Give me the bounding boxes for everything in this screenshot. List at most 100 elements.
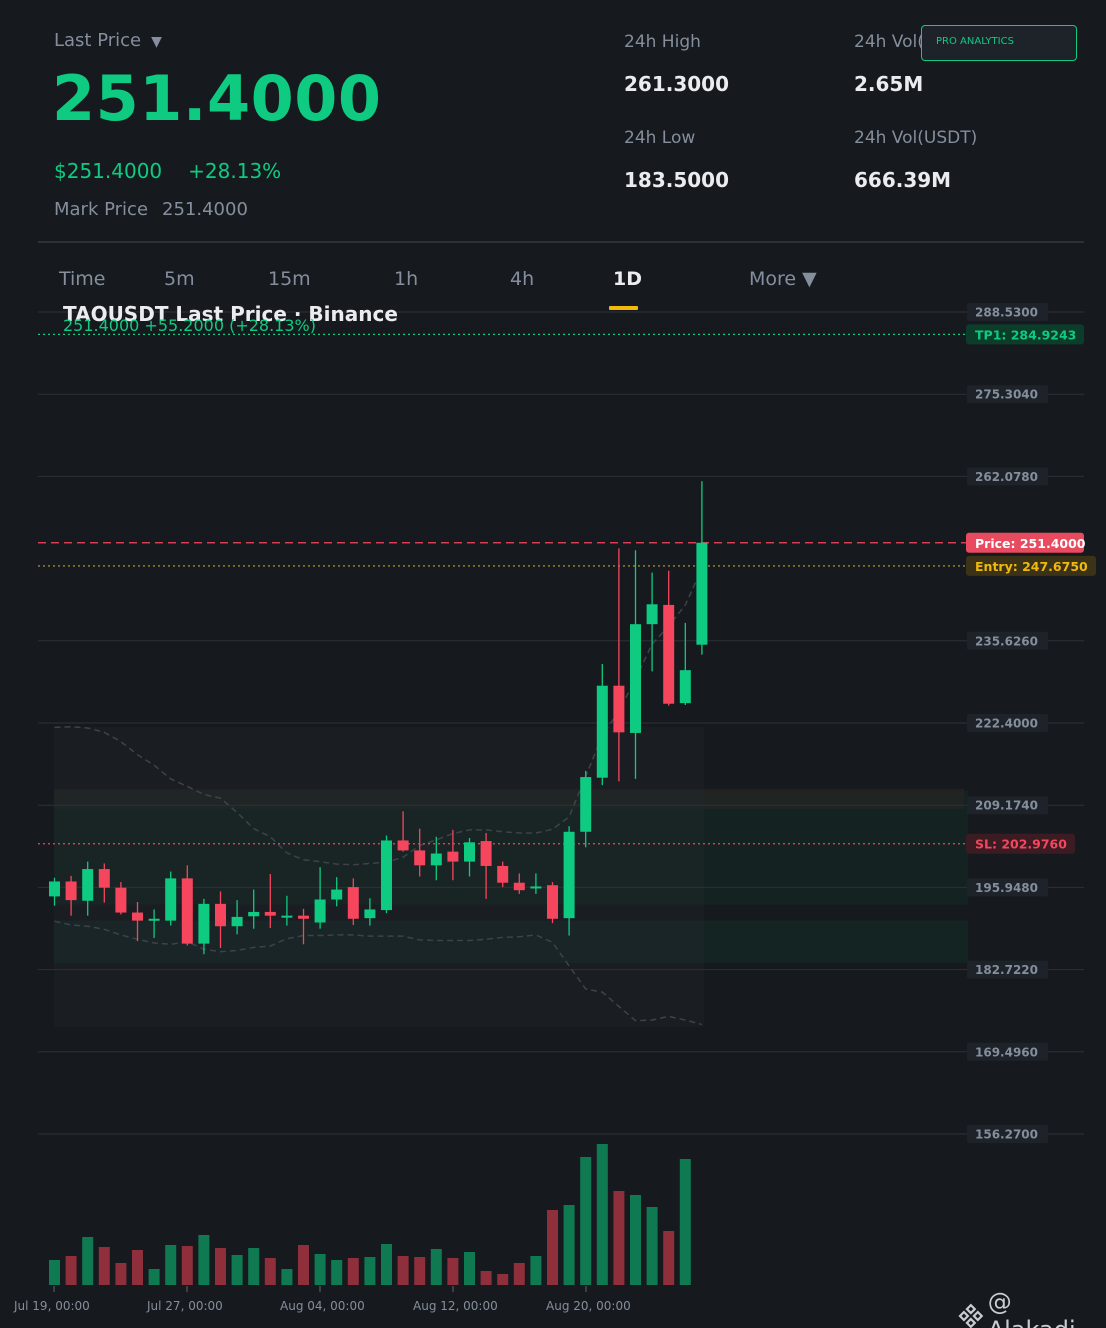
volume-bar[interactable] (480, 1271, 492, 1285)
candle-body[interactable] (347, 887, 359, 919)
volume-bar[interactable] (148, 1269, 160, 1285)
volume-bar[interactable] (165, 1245, 177, 1285)
candle-body[interactable] (513, 882, 525, 891)
candle-body[interactable] (696, 542, 708, 645)
candle-body[interactable] (148, 918, 160, 921)
candle-body[interactable] (447, 851, 459, 862)
volume-bar[interactable] (613, 1191, 625, 1285)
volume-bar[interactable] (132, 1250, 143, 1285)
candle-body[interactable] (281, 915, 293, 918)
candle-body[interactable] (547, 885, 558, 919)
candlestick-chart[interactable]: 288.5300 275.3040 262.0780 235.6260 222.4000… (0, 0, 1106, 1328)
candle-body[interactable] (181, 878, 193, 944)
volume-bar[interactable] (298, 1245, 309, 1285)
volume-bar[interactable] (331, 1260, 343, 1285)
x-tick-label: Jul 19, 00:00 (13, 1299, 90, 1313)
level-label-sl: SL: 202.9760 (975, 837, 1067, 852)
candle-body[interactable] (497, 865, 509, 883)
volume-bar[interactable] (430, 1249, 442, 1285)
volume-bar[interactable] (65, 1256, 77, 1285)
candle-body[interactable] (663, 604, 675, 704)
volume-bar[interactable] (314, 1254, 326, 1285)
candle-body[interactable] (430, 853, 442, 866)
brand-text: @ Alakadi (987, 1288, 1076, 1328)
candle-body[interactable] (165, 878, 177, 921)
volume-bar[interactable] (49, 1260, 60, 1285)
volume-bar[interactable] (563, 1205, 575, 1285)
candle-body[interactable] (464, 842, 475, 862)
volume-bar[interactable] (397, 1256, 409, 1285)
volume-bar[interactable] (82, 1237, 94, 1285)
volume-bar[interactable] (497, 1274, 509, 1285)
y-tick-label: 235.6260 (975, 634, 1038, 648)
candle-body[interactable] (98, 869, 110, 888)
volume-bar[interactable] (198, 1235, 210, 1285)
volume-bar[interactable] (447, 1258, 459, 1285)
volume-bar[interactable] (115, 1263, 127, 1285)
volume-bar[interactable] (264, 1258, 276, 1285)
candle-body[interactable] (82, 869, 94, 901)
volume-bar[interactable] (464, 1252, 475, 1285)
candle-body[interactable] (480, 841, 492, 866)
candle-body[interactable] (331, 889, 343, 900)
y-tick-label: 275.3040 (975, 388, 1038, 402)
candle-body[interactable] (596, 685, 608, 778)
volume-bar[interactable] (414, 1257, 426, 1285)
y-tick-label: 209.1740 (975, 799, 1038, 813)
candle-body[interactable] (215, 903, 226, 927)
y-tick-label: 262.0780 (975, 470, 1038, 484)
volume-bar[interactable] (381, 1244, 392, 1285)
volume-bar[interactable] (231, 1255, 243, 1285)
candle-body[interactable] (65, 881, 77, 901)
candle-body[interactable] (630, 624, 641, 733)
volume-bar[interactable] (364, 1257, 376, 1285)
x-tick-label: Aug 04, 00:00 (280, 1299, 365, 1313)
volume-bar[interactable] (630, 1195, 641, 1285)
candle-body[interactable] (49, 881, 60, 897)
candle-body[interactable] (397, 840, 409, 851)
volume-bar[interactable] (646, 1207, 658, 1285)
candle-body[interactable] (580, 777, 592, 832)
candle-body[interactable] (381, 840, 392, 911)
candle-body[interactable] (264, 911, 276, 916)
volume-bar[interactable] (547, 1210, 558, 1285)
y-tick-label: 288.5300 (975, 306, 1038, 320)
y-tick-label: 156.2700 (975, 1128, 1038, 1142)
candle-body[interactable] (115, 887, 127, 913)
candle-body[interactable] (132, 912, 143, 921)
volume-bar[interactable] (215, 1248, 226, 1285)
volume-bar[interactable] (663, 1231, 675, 1285)
candle-body[interactable] (530, 886, 542, 889)
x-tick-label: Aug 12, 00:00 (413, 1299, 498, 1313)
level-label-tp: TP1: 284.9243 (975, 327, 1076, 342)
candle-body[interactable] (414, 850, 426, 866)
volume-bar[interactable] (281, 1269, 293, 1285)
y-tick-label: 222.4000 (975, 717, 1038, 731)
volume-bar[interactable] (580, 1157, 592, 1285)
candle-body[interactable] (231, 916, 243, 927)
volume-bar[interactable] (181, 1246, 193, 1285)
brand-watermark: @ Alakadi (958, 1288, 1106, 1328)
candle-body[interactable] (314, 899, 326, 923)
level-label-price: Price: 251.4000 (975, 536, 1086, 551)
volume-bar[interactable] (513, 1263, 525, 1285)
candle-body[interactable] (298, 915, 309, 919)
candle-body[interactable] (248, 911, 260, 917)
chart-subtitle: 251.4000 +55.2000 (+28.13%) (63, 316, 316, 335)
candle-body[interactable] (613, 685, 625, 733)
candle-body[interactable] (679, 670, 691, 704)
candle-body[interactable] (364, 909, 376, 919)
y-tick-label: 169.4960 (975, 1045, 1038, 1059)
volume-bar[interactable] (98, 1247, 110, 1285)
volume-bar[interactable] (248, 1248, 260, 1285)
volume-bar[interactable] (679, 1159, 691, 1285)
volume-bar[interactable] (347, 1258, 359, 1285)
candle-body[interactable] (198, 903, 210, 944)
candle-body[interactable] (563, 831, 575, 919)
volume-bar[interactable] (596, 1144, 608, 1285)
x-tick-label: Jul 27, 00:00 (146, 1299, 223, 1313)
y-tick-label: 182.7220 (975, 963, 1038, 977)
y-tick-label: 195.9480 (975, 881, 1038, 895)
candle-body[interactable] (646, 604, 658, 625)
volume-bar[interactable] (530, 1256, 542, 1285)
